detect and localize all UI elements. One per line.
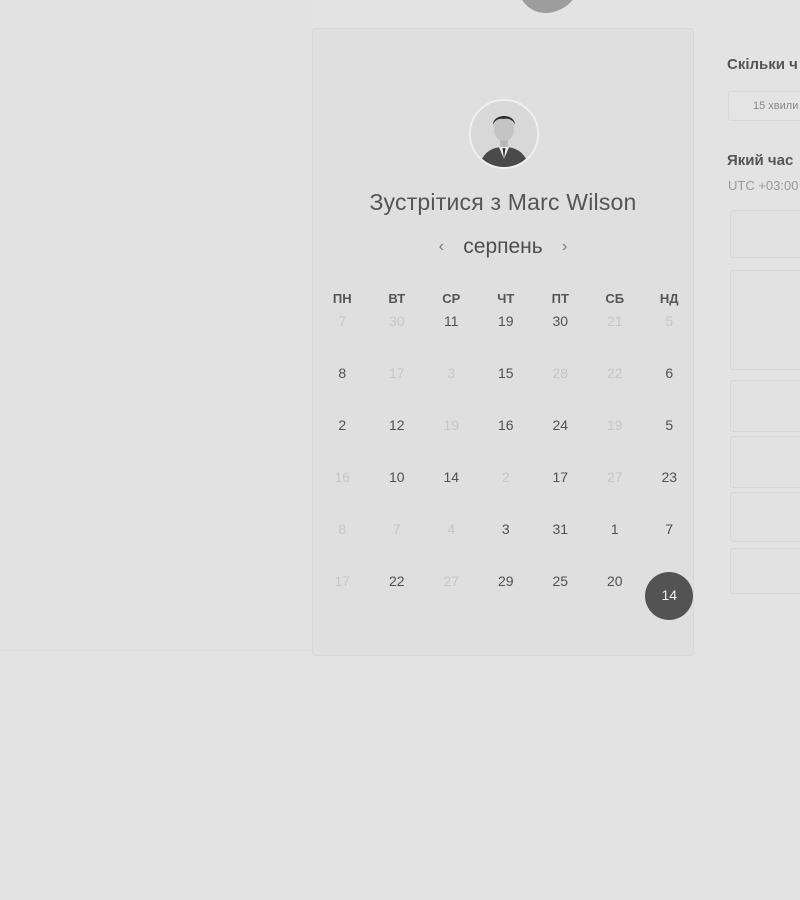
calendar-day: 3	[447, 365, 456, 381]
calendar-day[interactable]: 11	[424, 311, 479, 363]
calendar-day: 28	[552, 365, 569, 381]
calendar-day[interactable]: 20	[588, 571, 643, 623]
calendar-day[interactable]: 17	[533, 467, 588, 519]
duration-heading: Скільки ч	[727, 56, 798, 73]
calendar-day: 2	[501, 469, 510, 485]
weekday-label: СР	[442, 291, 461, 306]
calendar-week: 16 10 14 2 17 27 23	[315, 467, 697, 519]
calendar-day: 8	[338, 521, 347, 537]
logo-shape	[513, 0, 589, 19]
calendar-day[interactable]: 25	[533, 571, 588, 623]
month-label: серпень	[463, 235, 543, 258]
calendar-day[interactable]: 1	[588, 519, 643, 571]
calendar-card: Зустрітися з Marc Wilson ‹ серпень › ПН …	[312, 28, 694, 656]
calendar-grid: ПН ВТ СР ЧТ ПТ СБ НД 7 30 11 19 30 21 5 …	[315, 287, 697, 623]
time-slot[interactable]	[730, 548, 800, 594]
calendar-week: 8 17 3 15 28 22 6	[315, 363, 697, 415]
time-slot[interactable]	[730, 492, 800, 542]
calendar-day: 27	[606, 469, 623, 485]
calendar-day: 19	[443, 417, 460, 433]
weekday-label: ВТ	[388, 291, 406, 306]
calendar-day[interactable]: 22	[370, 571, 425, 623]
calendar-day[interactable]: 7	[642, 519, 697, 571]
calendar-week: 8 7 4 3 31 1 7	[315, 519, 697, 571]
calendar-week: 17 22 27 29 25 20 14	[315, 571, 697, 623]
avatar-photo-icon	[471, 101, 537, 167]
time-heading: Який час	[727, 152, 794, 169]
weekday-label: ПН	[332, 291, 352, 306]
weekday-header: ПН ВТ СР ЧТ ПТ СБ НД	[315, 287, 697, 311]
calendar-day: 17	[334, 573, 351, 589]
right-panel: Скільки ч 15 хвили Який час UTC +03:00	[726, 0, 800, 650]
month-navigation: ‹ серпень ›	[313, 233, 693, 261]
calendar-day: 7	[392, 521, 401, 537]
calendar-day[interactable]: 2	[315, 415, 370, 467]
calendar-day[interactable]: 24	[533, 415, 588, 467]
calendar-day: 22	[606, 365, 623, 381]
calendar-day[interactable]: 15	[479, 363, 534, 415]
calendar-day[interactable]: 8	[315, 363, 370, 415]
avatar	[469, 99, 539, 169]
calendar-day[interactable]: 6	[642, 363, 697, 415]
duration-option-button[interactable]: 15 хвили	[728, 91, 800, 121]
time-slot[interactable]	[730, 210, 800, 258]
calendar-day: 5	[665, 313, 674, 329]
calendar-day[interactable]: 3	[479, 519, 534, 571]
calendar-week: 2 12 19 16 24 19 5	[315, 415, 697, 467]
calendar-day[interactable]: 23	[642, 467, 697, 519]
calendar-day: 4	[447, 521, 456, 537]
meeting-title: Зустрітися з Marc Wilson	[369, 189, 637, 215]
calendar-week: 7 30 11 19 30 21 5	[315, 311, 697, 363]
left-panel	[0, 0, 312, 651]
time-slot[interactable]	[730, 436, 800, 488]
calendar-day[interactable]: 12	[370, 415, 425, 467]
calendar-day[interactable]: 5	[642, 415, 697, 467]
calendar-day: 16	[334, 469, 351, 485]
time-slot[interactable]	[730, 270, 800, 370]
calendar-day: 7	[338, 313, 347, 329]
time-slot[interactable]	[730, 380, 800, 432]
booking-page: Зустрітися з Marc Wilson ‹ серпень › ПН …	[0, 0, 800, 900]
chevron-right-icon[interactable]: ›	[559, 235, 571, 259]
weekday-label: НД	[659, 291, 679, 306]
chevron-left-icon[interactable]: ‹	[435, 235, 447, 259]
weekday-label: ЧТ	[497, 291, 515, 306]
weekday-label: ПТ	[551, 291, 569, 306]
calendar-day-selected[interactable]: 14	[642, 571, 697, 623]
calendar-day: 21	[606, 313, 623, 329]
calendar-day: 30	[388, 313, 405, 329]
calendar-day: 19	[606, 417, 623, 433]
calendar-day[interactable]: 14	[424, 467, 479, 519]
calendar-day[interactable]: 31	[533, 519, 588, 571]
weekday-label: СБ	[605, 291, 625, 306]
calendar-day[interactable]: 16	[479, 415, 534, 467]
calendar-day[interactable]: 10	[370, 467, 425, 519]
calendar-day: 17	[388, 365, 405, 381]
calendar-day[interactable]: 19	[479, 311, 534, 363]
selected-day-label: 14	[645, 572, 694, 620]
calendar-day[interactable]: 30	[533, 311, 588, 363]
timezone-label[interactable]: UTC +03:00	[728, 178, 798, 193]
calendar-day[interactable]: 29	[479, 571, 534, 623]
calendar-day: 27	[443, 573, 460, 589]
